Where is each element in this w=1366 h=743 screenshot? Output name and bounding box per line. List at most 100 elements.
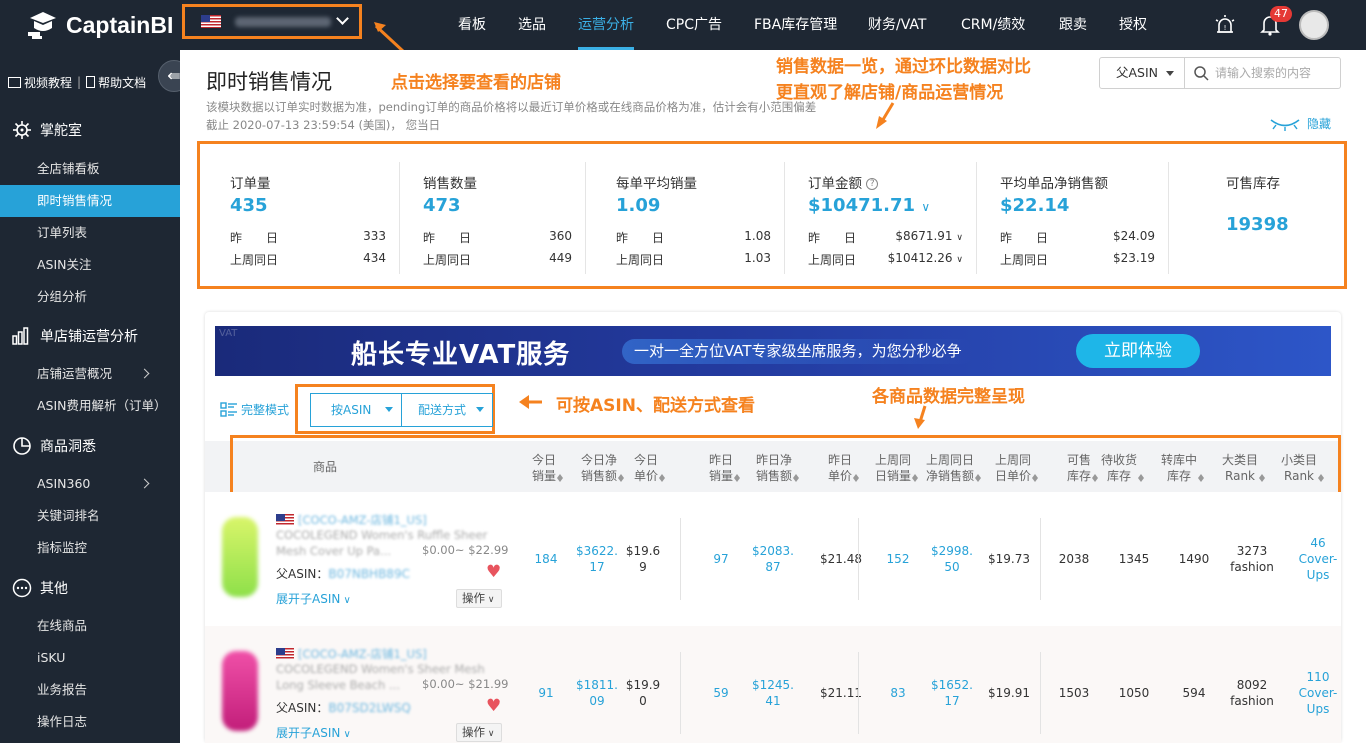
vat-ad-banner[interactable]: VAT 船长专业VAT服务 一对一全方位VAT专家级坐席服务，为您分秒必争 立即… xyxy=(215,326,1331,376)
column-header[interactable]: 上周同 日销量 xyxy=(873,452,921,484)
help-doc-link[interactable]: 帮助文档 xyxy=(98,74,146,91)
shipping-method-select[interactable]: 配送方式 xyxy=(401,393,493,427)
sort-icon[interactable] xyxy=(1259,471,1266,483)
expand-child-asin[interactable]: 展开子ASIN ∨ xyxy=(276,724,351,741)
sidebar-item-order-list[interactable]: 订单列表 xyxy=(0,217,180,249)
sidebar-item-all-shops[interactable]: 全店铺看板 xyxy=(0,153,180,185)
announcement-icon[interactable]: ! xyxy=(1214,14,1236,36)
banner-cta-button[interactable]: 立即体验 xyxy=(1076,334,1200,368)
product-title-cont[interactable]: Mesh Cover Up Pa... xyxy=(276,544,391,558)
column-header[interactable]: 今日 销量 xyxy=(528,452,568,484)
column-header[interactable]: 昨日净 销售额 xyxy=(752,452,804,484)
column-header[interactable]: 昨日 销量 xyxy=(705,452,745,484)
table-cell[interactable]: $2083. 87 xyxy=(738,543,808,575)
column-header[interactable]: 待收货 库存 xyxy=(1100,452,1146,484)
search-input[interactable] xyxy=(1215,66,1335,80)
search-icon[interactable] xyxy=(1193,65,1209,81)
nav-product-selection[interactable]: 选品 xyxy=(518,0,546,50)
sidebar-item-shop-overview[interactable]: 店铺运营概况 xyxy=(0,358,180,390)
row-action-button[interactable]: 操作 ∨ xyxy=(456,723,502,742)
sort-icon[interactable] xyxy=(659,471,666,483)
column-header[interactable]: 上周同日 净销售额 xyxy=(922,452,986,484)
sidebar-item-metric-monitor[interactable]: 指标监控 xyxy=(0,532,180,564)
sidebar-group-single-shop[interactable]: 单店铺运营分析 xyxy=(0,321,180,351)
sort-icon[interactable] xyxy=(853,471,860,483)
sort-icon[interactable] xyxy=(1138,471,1145,483)
sidebar-item-operation-log[interactable]: 操作日志 xyxy=(0,706,180,738)
sidebar-group-other[interactable]: 其他 xyxy=(0,573,180,603)
table-cell: $19.91 xyxy=(988,686,1030,700)
nav-operations-analysis[interactable]: 运营分析 xyxy=(578,0,634,50)
column-header[interactable]: 大类目 Rank xyxy=(1222,452,1266,484)
sidebar-item-asin360[interactable]: ASIN360 xyxy=(0,468,180,500)
shop-link[interactable]: [COCO-AMZ-店铺1_US] xyxy=(298,646,427,662)
product-title[interactable]: COCOLEGEND Women's Sheer Mesh xyxy=(276,662,485,676)
sort-icon[interactable] xyxy=(1318,471,1325,483)
table-cell[interactable]: 46 Cover- Ups xyxy=(1283,535,1353,583)
chevron-down-icon[interactable]: ∨ xyxy=(956,255,963,265)
row-action-button[interactable]: 操作 ∨ xyxy=(456,589,502,608)
sort-icon[interactable] xyxy=(793,471,800,483)
table-cell[interactable]: 3273 fashion xyxy=(1217,543,1287,575)
nav-finance-vat[interactable]: 财务/VAT xyxy=(868,0,926,50)
sidebar-item-asin-fee[interactable]: ASIN费用解析（订单） xyxy=(0,390,180,422)
sidebar-item-keyword-rank[interactable]: 关键词排名 xyxy=(0,500,180,532)
heart-icon[interactable]: ♥ xyxy=(486,562,501,582)
sort-icon[interactable] xyxy=(1198,471,1205,483)
parent-asin-value[interactable]: B07SD2LWSQ xyxy=(328,701,411,715)
sidebar-item-asin-watch[interactable]: ASIN关注 xyxy=(0,249,180,281)
heart-icon[interactable]: ♥ xyxy=(486,696,501,716)
sort-icon[interactable] xyxy=(557,471,564,483)
column-header[interactable]: 昨日 单价 xyxy=(824,452,864,484)
sort-icon[interactable] xyxy=(618,471,625,483)
product-image[interactable] xyxy=(222,651,258,731)
video-tutorial-link[interactable]: 视频教程 xyxy=(24,74,72,91)
sort-icon[interactable] xyxy=(1032,471,1039,483)
nav-fba-inventory[interactable]: FBA库存管理 xyxy=(754,0,837,50)
sidebar-item-group-analysis[interactable]: 分组分析 xyxy=(0,281,180,313)
sidebar-group-product-insight[interactable]: 商品洞悉 xyxy=(0,431,180,461)
sort-icon[interactable] xyxy=(975,471,982,483)
table-cell[interactable]: 110 Cover- Ups xyxy=(1283,669,1353,717)
sidebar-group-helm[interactable]: 掌舵室 xyxy=(0,115,180,145)
stat-value: 1.09 xyxy=(616,195,661,216)
user-avatar[interactable] xyxy=(1299,10,1329,40)
sidebar-item-isku[interactable]: iSKU xyxy=(0,642,180,674)
column-header[interactable]: 今日 单价 xyxy=(631,452,669,484)
table-cell[interactable]: $1245. 41 xyxy=(738,677,808,709)
column-header[interactable]: 今日净 销售额 xyxy=(575,452,631,484)
parent-asin-value[interactable]: B07NBHB89C xyxy=(328,567,410,581)
shop-selector[interactable] xyxy=(182,4,362,39)
sort-icon[interactable] xyxy=(912,471,919,483)
sort-icon[interactable] xyxy=(734,471,741,483)
shop-link[interactable]: [COCO-AMZ-店铺1_US] xyxy=(298,512,427,528)
nav-authorization[interactable]: 授权 xyxy=(1119,0,1147,50)
sidebar-item-online-products[interactable]: 在线商品 xyxy=(0,610,180,642)
sort-icon[interactable] xyxy=(1092,471,1099,483)
chevron-down-icon[interactable]: ∨ xyxy=(921,200,930,214)
nav-follow-sell[interactable]: 跟卖 xyxy=(1059,0,1087,50)
nav-crm[interactable]: CRM/绩效 xyxy=(961,0,1025,50)
product-image[interactable] xyxy=(222,517,258,597)
column-header[interactable]: 可售 库存 xyxy=(1063,452,1103,484)
nav-cpc-ads[interactable]: CPC广告 xyxy=(666,0,722,50)
nav-dashboard[interactable]: 看板 xyxy=(458,0,486,50)
sidebar-item-realtime-sales[interactable]: 即时销售情况 xyxy=(0,185,180,217)
hide-button[interactable]: 隐藏 xyxy=(1268,115,1331,132)
by-asin-select[interactable]: 按ASIN xyxy=(310,393,402,427)
expand-child-asin[interactable]: 展开子ASIN ∨ xyxy=(276,590,351,607)
table-cell[interactable]: 8092 fashion xyxy=(1217,677,1287,709)
full-mode-toggle[interactable]: 完整模式 xyxy=(220,401,289,418)
help-icon[interactable]: ? xyxy=(866,178,879,190)
column-header[interactable]: 上周同 日单价 xyxy=(993,452,1041,484)
sidebar-item-business-report[interactable]: 业务报告 xyxy=(0,674,180,706)
chevron-down-icon[interactable]: ∨ xyxy=(956,233,963,243)
full-mode-label: 完整模式 xyxy=(241,403,290,417)
search-scope-select[interactable]: 父ASIN xyxy=(1099,57,1185,89)
logo[interactable]: CaptainBI xyxy=(26,10,173,40)
product-title-cont[interactable]: Long Sleeve Beach ... xyxy=(276,678,400,692)
stat-yesterday-label: 昨 日 xyxy=(1000,231,1049,245)
column-header[interactable]: 小类目 Rank xyxy=(1281,452,1325,484)
column-header[interactable]: 转库中 库存 xyxy=(1160,452,1206,484)
product-title[interactable]: COCOLEGEND Women's Ruffle Sheer xyxy=(276,528,487,542)
